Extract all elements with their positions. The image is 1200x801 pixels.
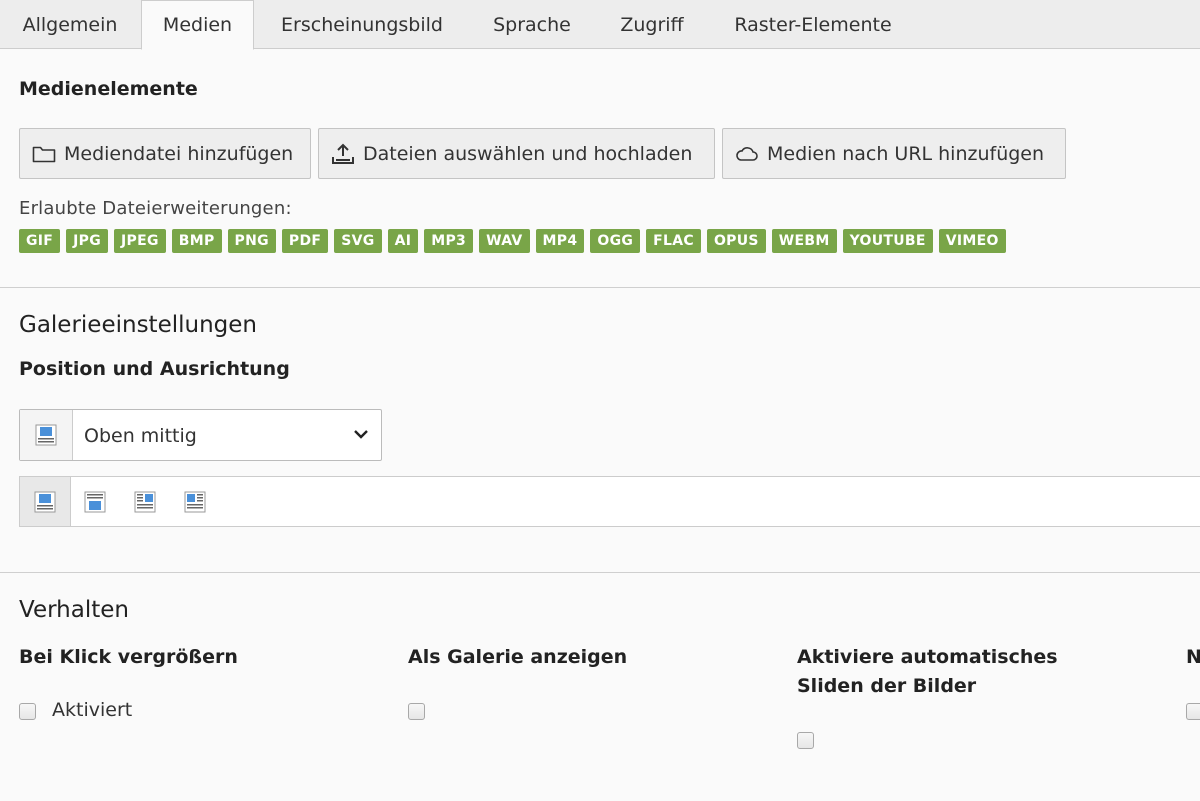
add-media-file-button[interactable]: Mediendatei hinzufügen (19, 128, 311, 179)
extension-badge: SVG (334, 229, 382, 253)
extension-badge: OGG (590, 229, 641, 253)
extension-badge: JPG (66, 229, 109, 253)
tab-sprache[interactable]: Sprache (480, 0, 584, 49)
extension-badge: WEBM (771, 229, 837, 253)
extension-badge: PNG (227, 229, 276, 253)
extension-badge: YOUTUBE (842, 229, 933, 253)
tab-medien[interactable]: Medien (141, 0, 254, 50)
position-option-below-center[interactable] (70, 477, 120, 526)
position-preview (20, 410, 73, 460)
image-above-center-icon (34, 491, 56, 512)
auto-slide-checkbox[interactable] (797, 732, 814, 749)
enlarge-on-click-checkbox-label: Aktiviert (52, 699, 133, 721)
tab-allgemein[interactable]: Allgemein (0, 0, 140, 49)
position-select[interactable]: Oben mittig (19, 409, 382, 461)
position-label: Position und Ausrichtung (19, 358, 290, 380)
section-divider (0, 572, 1200, 573)
extension-badge: MP3 (424, 229, 474, 253)
folder-icon (32, 146, 56, 162)
position-option-above-center[interactable] (20, 477, 71, 526)
extension-badge: BMP (171, 229, 222, 253)
allowed-extensions-label: Erlaubte Dateierweiterungen: (19, 198, 292, 219)
image-intext-right-icon (134, 491, 156, 512)
extension-badges: GIF JPG JPEG BMP PNG PDF SVG AI MP3 WAV … (19, 229, 1012, 253)
upload-icon (332, 143, 354, 164)
tab-bar: Allgemein Medien Erscheinungsbild Sprach… (0, 0, 1200, 50)
gallery-heading: Galerieeinstellungen (19, 312, 257, 338)
image-above-center-icon (35, 424, 57, 446)
upload-files-button[interactable]: Dateien auswählen und hochladen (318, 128, 715, 179)
extension-badge: AI (387, 229, 419, 253)
auto-slide-label: Aktiviere automatisches Sliden der Bilde… (797, 646, 1058, 697)
position-icon-picker (19, 476, 1200, 527)
section-divider (0, 287, 1200, 288)
cut-off-checkbox[interactable] (1186, 703, 1200, 720)
extension-badge: OPUS (706, 229, 766, 253)
upload-files-label: Dateien auswählen und hochladen (363, 142, 693, 165)
enlarge-on-click-label: Bei Klick vergrößern (19, 646, 238, 668)
image-intext-left-icon (184, 491, 206, 512)
chevron-down-icon (354, 430, 368, 439)
cut-off-field-label: N (1186, 646, 1200, 668)
extension-badge: WAV (479, 229, 530, 253)
tab-zugriff[interactable]: Zugriff (602, 0, 702, 49)
enlarge-on-click-checkbox[interactable] (19, 703, 36, 720)
position-option-intext-right[interactable] (120, 477, 170, 526)
tab-raster-elemente[interactable]: Raster-Elemente (718, 0, 908, 49)
extension-badge: PDF (281, 229, 329, 253)
position-option-intext-left[interactable] (170, 477, 220, 526)
extension-badge: MP4 (535, 229, 585, 253)
add-media-file-label: Mediendatei hinzufügen (64, 142, 294, 165)
show-as-gallery-checkbox[interactable] (408, 703, 425, 720)
image-below-center-icon (84, 491, 106, 512)
extension-badge: JPEG (114, 229, 166, 253)
media-heading: Medienelemente (19, 78, 198, 100)
extension-badge: GIF (19, 229, 61, 253)
extension-badge: VIMEO (938, 229, 1006, 253)
behavior-heading: Verhalten (19, 597, 129, 623)
add-media-by-url-button[interactable]: Medien nach URL hinzufügen (722, 128, 1066, 179)
show-as-gallery-label: Als Galerie anzeigen (408, 646, 628, 668)
tab-erscheinungsbild[interactable]: Erscheinungsbild (262, 0, 462, 49)
cloud-icon (736, 146, 758, 161)
position-select-value: Oben mittig (84, 425, 197, 447)
extension-badge: FLAC (646, 229, 701, 253)
add-media-by-url-label: Medien nach URL hinzufügen (767, 142, 1045, 165)
